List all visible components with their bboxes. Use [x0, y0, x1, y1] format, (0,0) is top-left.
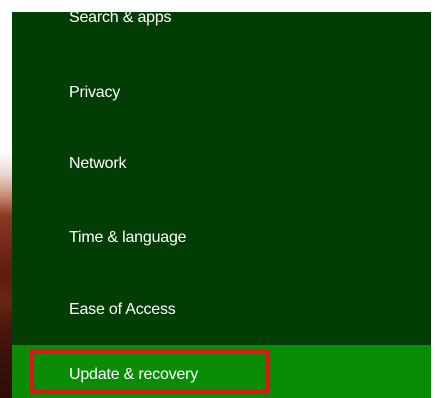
menu-item-search-apps[interactable]: Search & apps — [12, 0, 431, 36]
menu-item-time-language[interactable]: Time & language — [12, 214, 431, 261]
desktop-background-strip — [0, 0, 12, 398]
menu-item-ease-of-access[interactable]: Ease of Access — [12, 286, 431, 333]
menu-item-label: Network — [69, 154, 127, 172]
menu-item-label: Privacy — [69, 83, 121, 101]
screenshot-frame: Search & apps Privacy Network Time & lan… — [0, 0, 435, 398]
menu-item-label: Search & apps — [69, 9, 172, 26]
menu-item-update-recovery[interactable]: Update & recovery — [12, 345, 431, 398]
menu-item-label: Update & recovery — [69, 365, 199, 383]
menu-item-label: Time & language — [69, 228, 187, 246]
pc-settings-nav-pane: Search & apps Privacy Network Time & lan… — [12, 9, 431, 398]
menu-item-label: Ease of Access — [69, 300, 176, 318]
menu-item-privacy[interactable]: Privacy — [12, 69, 431, 116]
menu-item-network[interactable]: Network — [12, 140, 431, 187]
